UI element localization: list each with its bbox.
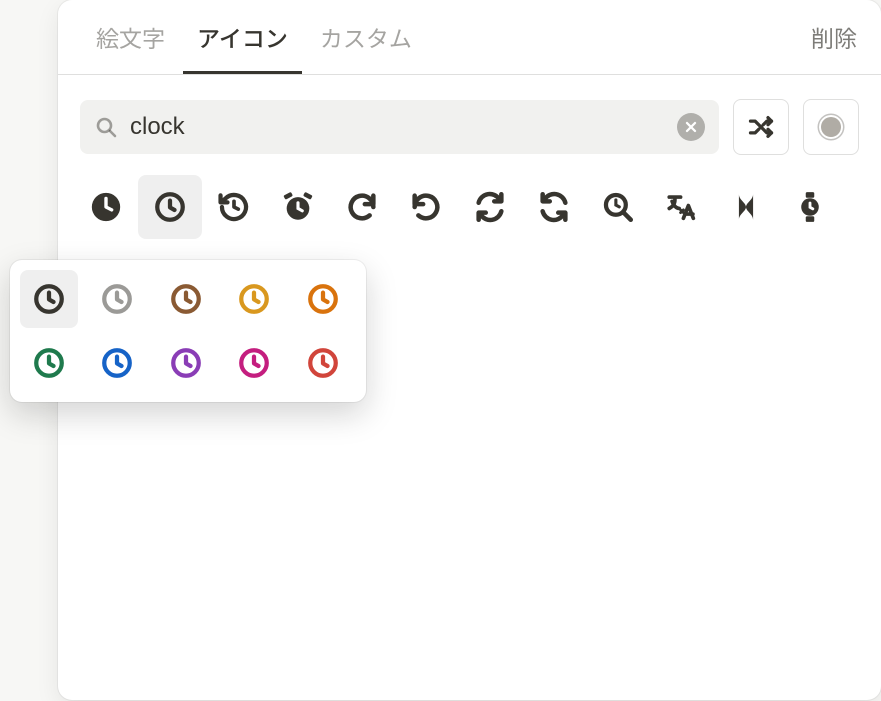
redo-icon[interactable] <box>330 175 394 239</box>
alarm-icon-glyph <box>281 190 315 224</box>
close-icon <box>683 119 699 135</box>
search-input[interactable] <box>128 112 667 142</box>
tab-custom[interactable]: カスタム <box>306 0 426 74</box>
tabs-row: 絵文字 アイコン カスタム 削除 <box>58 0 881 75</box>
redo-icon-glyph <box>345 190 379 224</box>
clock-filled-icon-glyph <box>89 190 123 224</box>
color-variant-default[interactable] <box>20 270 78 328</box>
color-chip-icon <box>819 115 843 139</box>
clock-outline-icon <box>237 282 271 316</box>
clock-filled-icon[interactable] <box>74 175 138 239</box>
clock-outline-icon <box>306 282 340 316</box>
clock-outline-icon <box>32 346 66 380</box>
clock-outline-icon <box>237 346 271 380</box>
alarm-icon[interactable] <box>266 175 330 239</box>
shuffle-icon <box>747 113 775 141</box>
history-icon-glyph <box>217 190 251 224</box>
color-variants-popover <box>10 260 366 402</box>
tab-emoji[interactable]: 絵文字 <box>82 0 179 74</box>
clock-outline-icon <box>169 346 203 380</box>
clock-outline-icon <box>100 282 134 316</box>
undo-icon-glyph <box>409 190 443 224</box>
translate-time-icon-glyph <box>665 190 699 224</box>
remove-action[interactable]: 削除 <box>801 12 857 62</box>
hourglass-icon-glyph <box>729 190 763 224</box>
clear-search-button[interactable] <box>677 113 705 141</box>
history-icon[interactable] <box>202 175 266 239</box>
color-variant-yellow[interactable] <box>225 270 283 328</box>
undo-icon[interactable] <box>394 175 458 239</box>
search-icon <box>94 115 118 139</box>
color-variant-purple[interactable] <box>157 334 215 392</box>
search-row <box>58 75 881 169</box>
color-variant-gray[interactable] <box>88 270 146 328</box>
clock-outline-icon <box>32 282 66 316</box>
icon-results-grid <box>58 169 881 245</box>
color-variant-brown[interactable] <box>157 270 215 328</box>
color-variant-orange[interactable] <box>294 270 352 328</box>
hourglass-icon[interactable] <box>714 175 778 239</box>
sync-reverse-icon[interactable] <box>522 175 586 239</box>
search-time-icon-glyph <box>601 190 635 224</box>
color-variant-green[interactable] <box>20 334 78 392</box>
sync-icon[interactable] <box>458 175 522 239</box>
color-variant-red[interactable] <box>294 334 352 392</box>
sync-reverse-icon-glyph <box>537 190 571 224</box>
watch-icon[interactable] <box>778 175 842 239</box>
clock-outline-icon-glyph <box>153 190 187 224</box>
clock-outline-icon <box>306 346 340 380</box>
search-time-icon[interactable] <box>586 175 650 239</box>
clock-outline-icon[interactable] <box>138 175 202 239</box>
color-variant-pink[interactable] <box>225 334 283 392</box>
clock-outline-icon <box>169 282 203 316</box>
tab-icons[interactable]: アイコン <box>183 0 302 74</box>
sync-icon-glyph <box>473 190 507 224</box>
shuffle-button[interactable] <box>733 99 789 155</box>
search-box <box>80 100 719 154</box>
watch-icon-glyph <box>793 190 827 224</box>
translate-time-icon[interactable] <box>650 175 714 239</box>
clock-outline-icon <box>100 346 134 380</box>
color-picker-button[interactable] <box>803 99 859 155</box>
color-variant-blue[interactable] <box>88 334 146 392</box>
